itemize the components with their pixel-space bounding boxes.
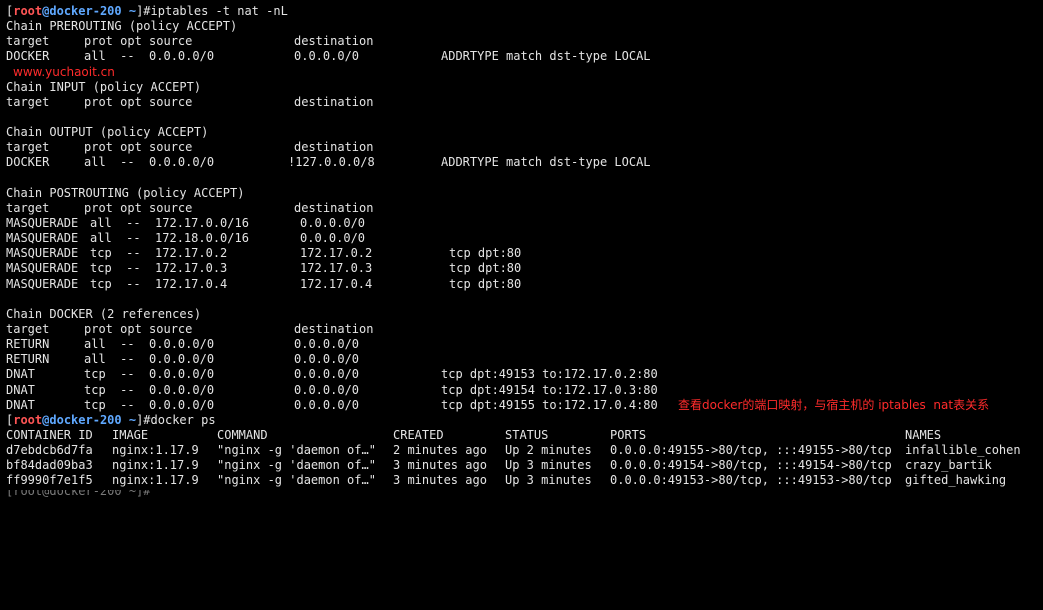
chain-header: Chain INPUT (policy ACCEPT) <box>6 79 202 94</box>
command-text: iptables -t nat -nL <box>150 4 288 18</box>
rule-row: MASQUERADE tcp -- 172.17.0.4 172.17.0.4 … <box>6 276 522 291</box>
terminal-window[interactable]: [root@docker-200 ~]#iptables -t nat -nL … <box>0 4 1043 489</box>
chain-header: Chain POSTROUTING (policy ACCEPT) <box>6 185 245 200</box>
chain-header: Chain OUTPUT (policy ACCEPT) <box>6 125 209 140</box>
column-header-row: target prot opt source destination <box>6 140 374 155</box>
command-text: docker ps <box>150 412 216 427</box>
rule-row: MASQUERADE all -- 172.18.0.0/16 0.0.0.0/… <box>6 231 366 246</box>
container-row: d7ebdcb6d7fa nginx:1.17.9 "nginx -g 'dae… <box>6 443 1021 458</box>
shell-prompt: [root@docker-200 ~]#iptables -t nat -nL <box>6 4 288 18</box>
container-row: ff9990f7e1f5 nginx:1.17.9 "nginx -g 'dae… <box>6 473 1007 488</box>
watermark-line: www.yuchaoit.cn <box>0 65 1043 80</box>
rule-row: DOCKER all -- 0.0.0.0/0 !127.0.0.0/8 ADD… <box>6 155 651 170</box>
rule-row: DNAT tcp -- 0.0.0.0/0 0.0.0.0/0 tcp dpt:… <box>6 397 990 412</box>
chain-header: Chain DOCKER (2 references) <box>6 306 202 321</box>
prompt-line: [root@docker-200 ~]#docker ps <box>0 413 1043 428</box>
rule-row: DNAT tcp -- 0.0.0.0/0 0.0.0.0/0 tcp dpt:… <box>6 382 658 397</box>
rule-row: DNAT tcp -- 0.0.0.0/0 0.0.0.0/0 tcp dpt:… <box>6 367 658 382</box>
column-header-row: target prot opt source destination <box>6 321 374 336</box>
docker-ps-header: CONTAINER ID IMAGE COMMAND CREATED STATU… <box>6 427 942 442</box>
column-header-row: target prot opt source destination <box>6 34 374 49</box>
column-header-row: target prot opt source destination <box>6 94 374 109</box>
shell-prompt: [root@docker-200 ~]#docker ps <box>6 412 216 427</box>
rule-row: DOCKER all -- 0.0.0.0/0 0.0.0.0/0 ADDRTY… <box>6 49 651 64</box>
partial-prompt-line: [root@docker-200 ~]# <box>0 490 160 502</box>
chain-header: Chain PREROUTING (policy ACCEPT) <box>6 19 238 34</box>
container-row: bf84dad09ba3 nginx:1.17.9 "nginx -g 'dae… <box>6 458 992 473</box>
rule-row: RETURN all -- 0.0.0.0/0 0.0.0.0/0 <box>6 337 360 352</box>
prompt-line: [root@docker-200 ~]#iptables -t nat -nL <box>0 4 1043 19</box>
annotation-note: 查看docker的端口映射，与宿主机的 iptables nat表关系 <box>678 397 990 412</box>
watermark: www.yuchaoit.cn <box>13 64 115 79</box>
column-header-row: target prot opt source destination <box>6 200 374 215</box>
rule-row: MASQUERADE all -- 172.17.0.0/16 0.0.0.0/… <box>6 215 366 230</box>
rule-row: MASQUERADE tcp -- 172.17.0.3 172.17.0.3 … <box>6 261 522 276</box>
rule-row: RETURN all -- 0.0.0.0/0 0.0.0.0/0 <box>6 352 360 367</box>
partial-prompt: [root@docker-200 ~]# <box>6 490 151 498</box>
rule-row: MASQUERADE tcp -- 172.17.0.2 172.17.0.2 … <box>6 246 522 261</box>
